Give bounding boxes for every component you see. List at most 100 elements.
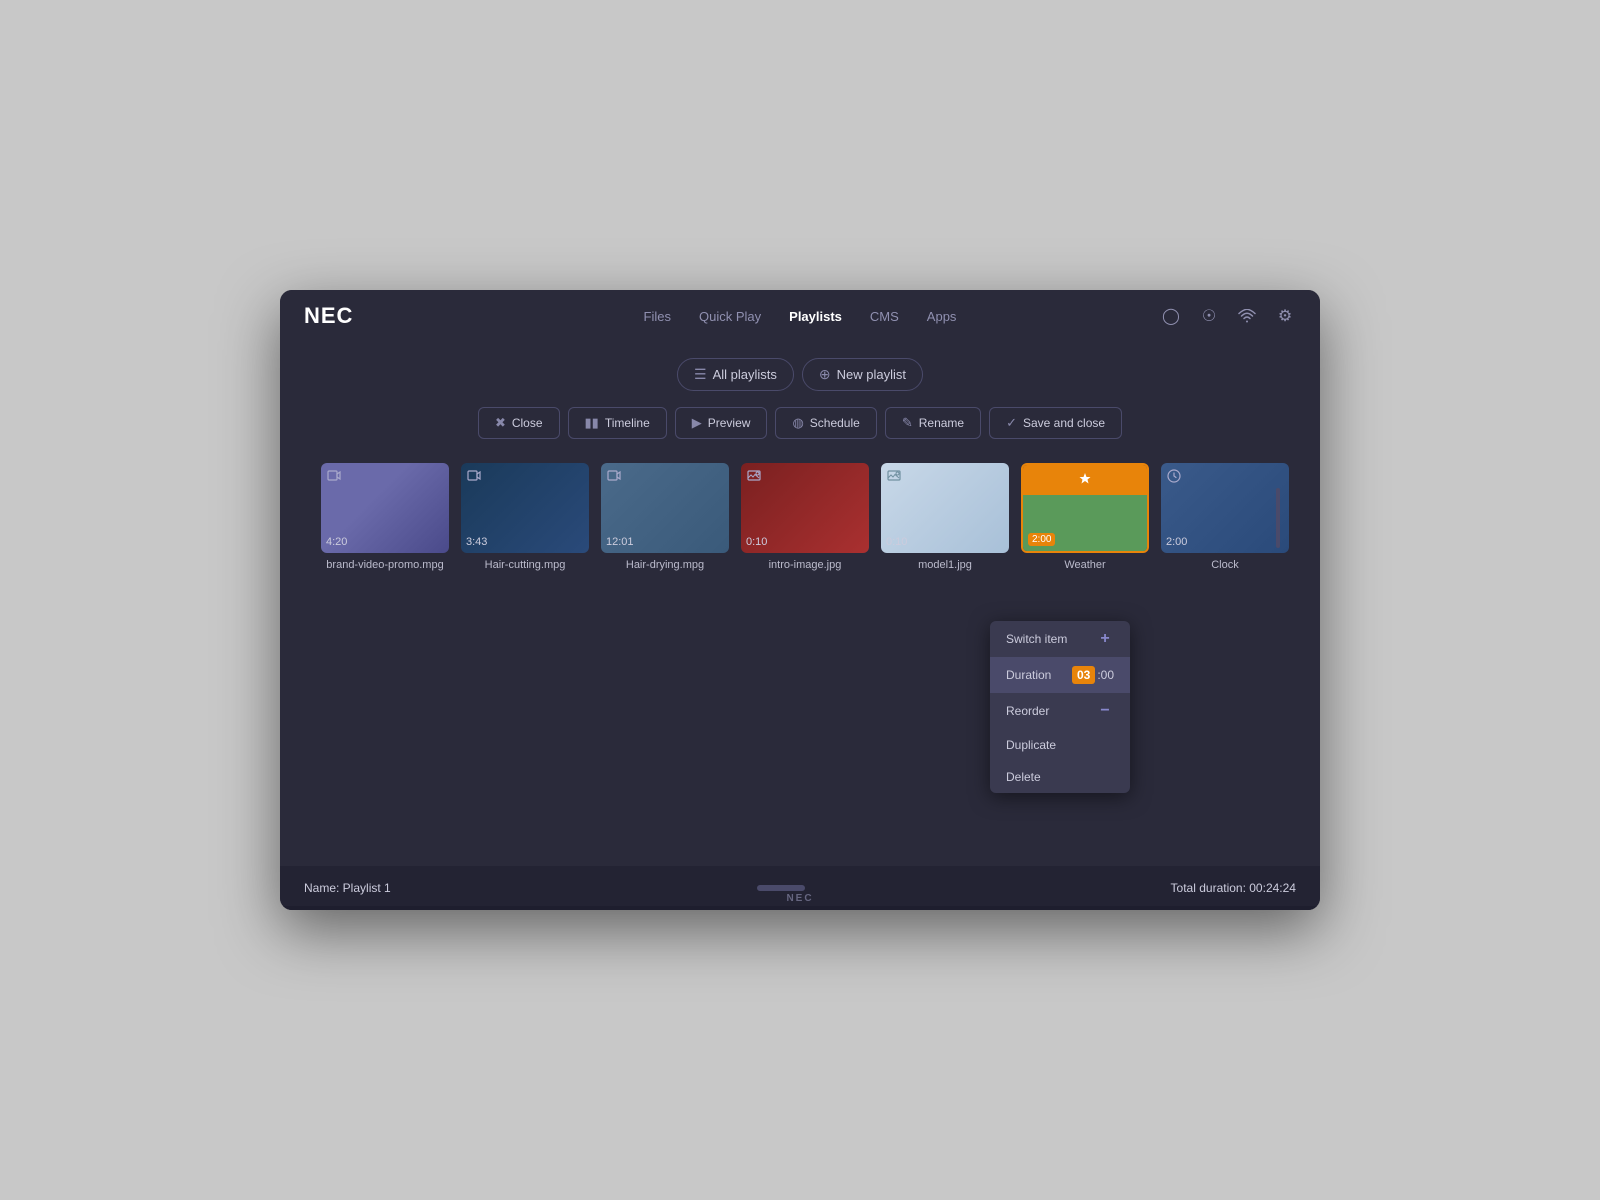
video-icon-3 [607,469,621,484]
duration-badge-intro-image: 0:10 [746,536,767,548]
globe-icon[interactable]: ☉ [1198,305,1220,327]
total-duration: Total duration: 00:24:24 [1171,881,1296,895]
media-thumb-weather: 2:00 [1021,463,1149,553]
switch-item-label: Switch item [1006,632,1067,646]
media-label-hair-drying: Hair-drying.mpg [626,558,704,572]
duration-suffix: :00 [1097,668,1114,682]
nav-link-playlists[interactable]: Playlists [789,305,842,328]
save-close-label: Save and close [1023,416,1105,430]
switch-item-plus[interactable]: + [1096,630,1114,648]
nav-link-cms[interactable]: CMS [870,305,899,328]
duration-label: Duration [1006,668,1051,682]
media-label-clock: Clock [1211,558,1239,572]
reorder-minus[interactable]: − [1096,702,1114,720]
media-thumb-brand-video: 4:20 [321,463,449,553]
image-icon-2 [887,469,901,484]
nav-link-files[interactable]: Files [644,305,671,328]
schedule-label: Schedule [810,416,860,430]
media-thumb-hair-drying: 12:01 [601,463,729,553]
media-label-brand-video: brand-video-promo.mpg [326,558,443,572]
media-item-brand-video[interactable]: 4:20 brand-video-promo.mpg [320,463,450,572]
context-menu-switch-item[interactable]: Switch item + [990,621,1130,657]
reorder-controls: − [1096,702,1114,720]
context-menu-reorder[interactable]: Reorder − [990,693,1130,729]
tv-frame: NEC Files Quick Play Playlists CMS Apps … [280,290,1320,910]
clock-icon [1167,469,1181,486]
save-icon: ✓ [1006,415,1017,431]
nav-link-quickplay[interactable]: Quick Play [699,305,761,328]
image-icon [747,469,761,484]
all-playlists-label: All playlists [713,367,777,382]
media-label-intro-image: intro-image.jpg [769,558,842,572]
duplicate-label: Duplicate [1006,738,1056,752]
media-item-weather[interactable]: 2:00 Weather [1020,463,1150,572]
media-thumb-model1: 0:10 [881,463,1009,553]
duration-controls: 03 :00 [1072,666,1114,684]
plus-circle-icon: ⊕ [819,366,831,383]
context-menu-duplicate[interactable]: Duplicate [990,729,1130,761]
media-item-hair-cutting[interactable]: 3:43 Hair-cutting.mpg [460,463,590,572]
delete-label: Delete [1006,770,1041,784]
close-icon: ✖ [495,415,506,431]
save-close-button[interactable]: ✓ Save and close [989,407,1122,439]
all-playlists-button[interactable]: ☰ All playlists [677,358,794,391]
schedule-icon: ◍ [792,415,803,431]
close-label: Close [512,416,543,430]
duration-badge-model1: 0:10 [886,536,907,548]
close-button[interactable]: ✖ Close [478,407,560,439]
timeline-label: Timeline [605,416,650,430]
context-menu: Switch item + Duration 03 :00 [990,621,1130,793]
media-item-clock[interactable]: 2:00 Clock [1160,463,1290,572]
scroll-hint [1276,488,1280,548]
duration-badge-hair-drying: 12:01 [606,536,634,548]
rename-label: Rename [919,416,964,430]
context-menu-delete[interactable]: Delete [990,761,1130,793]
new-playlist-button[interactable]: ⊕ New playlist [802,358,923,391]
media-thumb-hair-cutting: 3:43 [461,463,589,553]
media-thumb-clock: 2:00 [1161,463,1289,553]
schedule-button[interactable]: ◍ Schedule [775,407,876,439]
duration-badge-brand-video: 4:20 [326,536,347,548]
context-menu-duration[interactable]: Duration 03 :00 [990,657,1130,693]
duration-display: 03 :00 [1072,666,1114,684]
rename-button[interactable]: ✎ Rename [885,407,981,439]
duration-badge-hair-cutting: 3:43 [466,536,487,548]
nav-links: Files Quick Play Playlists CMS Apps [644,305,957,328]
preview-button[interactable]: ▶ Preview [675,407,768,439]
timeline-icon: ▮▮ [585,415,599,431]
duration-badge-clock: 2:00 [1166,536,1187,548]
video-icon [327,469,341,484]
list-icon: ☰ [694,366,707,383]
reorder-label: Reorder [1006,704,1049,718]
nav-bar: NEC Files Quick Play Playlists CMS Apps … [280,290,1320,342]
nec-logo: NEC [304,303,353,329]
media-item-hair-drying[interactable]: 12:01 Hair-drying.mpg [600,463,730,572]
playlist-name: Name: Playlist 1 [304,881,391,895]
play-icon: ▶ [692,415,702,431]
new-playlist-label: New playlist [837,367,906,382]
wifi-icon[interactable] [1236,305,1258,327]
rename-icon: ✎ [902,415,913,431]
nav-icon-group: ◯ ☉ ⚙ [1160,305,1296,327]
settings-icon[interactable]: ⚙ [1274,305,1296,327]
media-item-model1[interactable]: 0:10 model1.jpg [880,463,1010,572]
weather-duration-badge: 2:00 [1028,533,1055,546]
main-content: ☰ All playlists ⊕ New playlist ✖ Close ▮… [280,342,1320,866]
switch-item-controls: + [1096,630,1114,648]
media-item-intro-image[interactable]: 0:10 intro-image.jpg [740,463,870,572]
nec-brand-footer: NEC [786,893,813,904]
media-label-model1: model1.jpg [918,558,972,572]
playlist-actions: ☰ All playlists ⊕ New playlist [320,358,1280,391]
media-label-hair-cutting: Hair-cutting.mpg [485,558,566,572]
toolbar: ✖ Close ▮▮ Timeline ▶ Preview ◍ Schedule… [320,407,1280,439]
preview-label: Preview [708,416,751,430]
weather-header [1023,465,1147,495]
media-thumb-intro-image: 0:10 [741,463,869,553]
video-icon-2 [467,469,481,484]
scroll-indicator[interactable] [757,885,805,891]
timeline-button[interactable]: ▮▮ Timeline [568,407,667,439]
nav-link-apps[interactable]: Apps [927,305,957,328]
duration-value: 03 [1072,666,1095,684]
media-row: 4:20 brand-video-promo.mpg 3:43 Hair-cut… [320,463,1280,572]
user-icon[interactable]: ◯ [1160,305,1182,327]
